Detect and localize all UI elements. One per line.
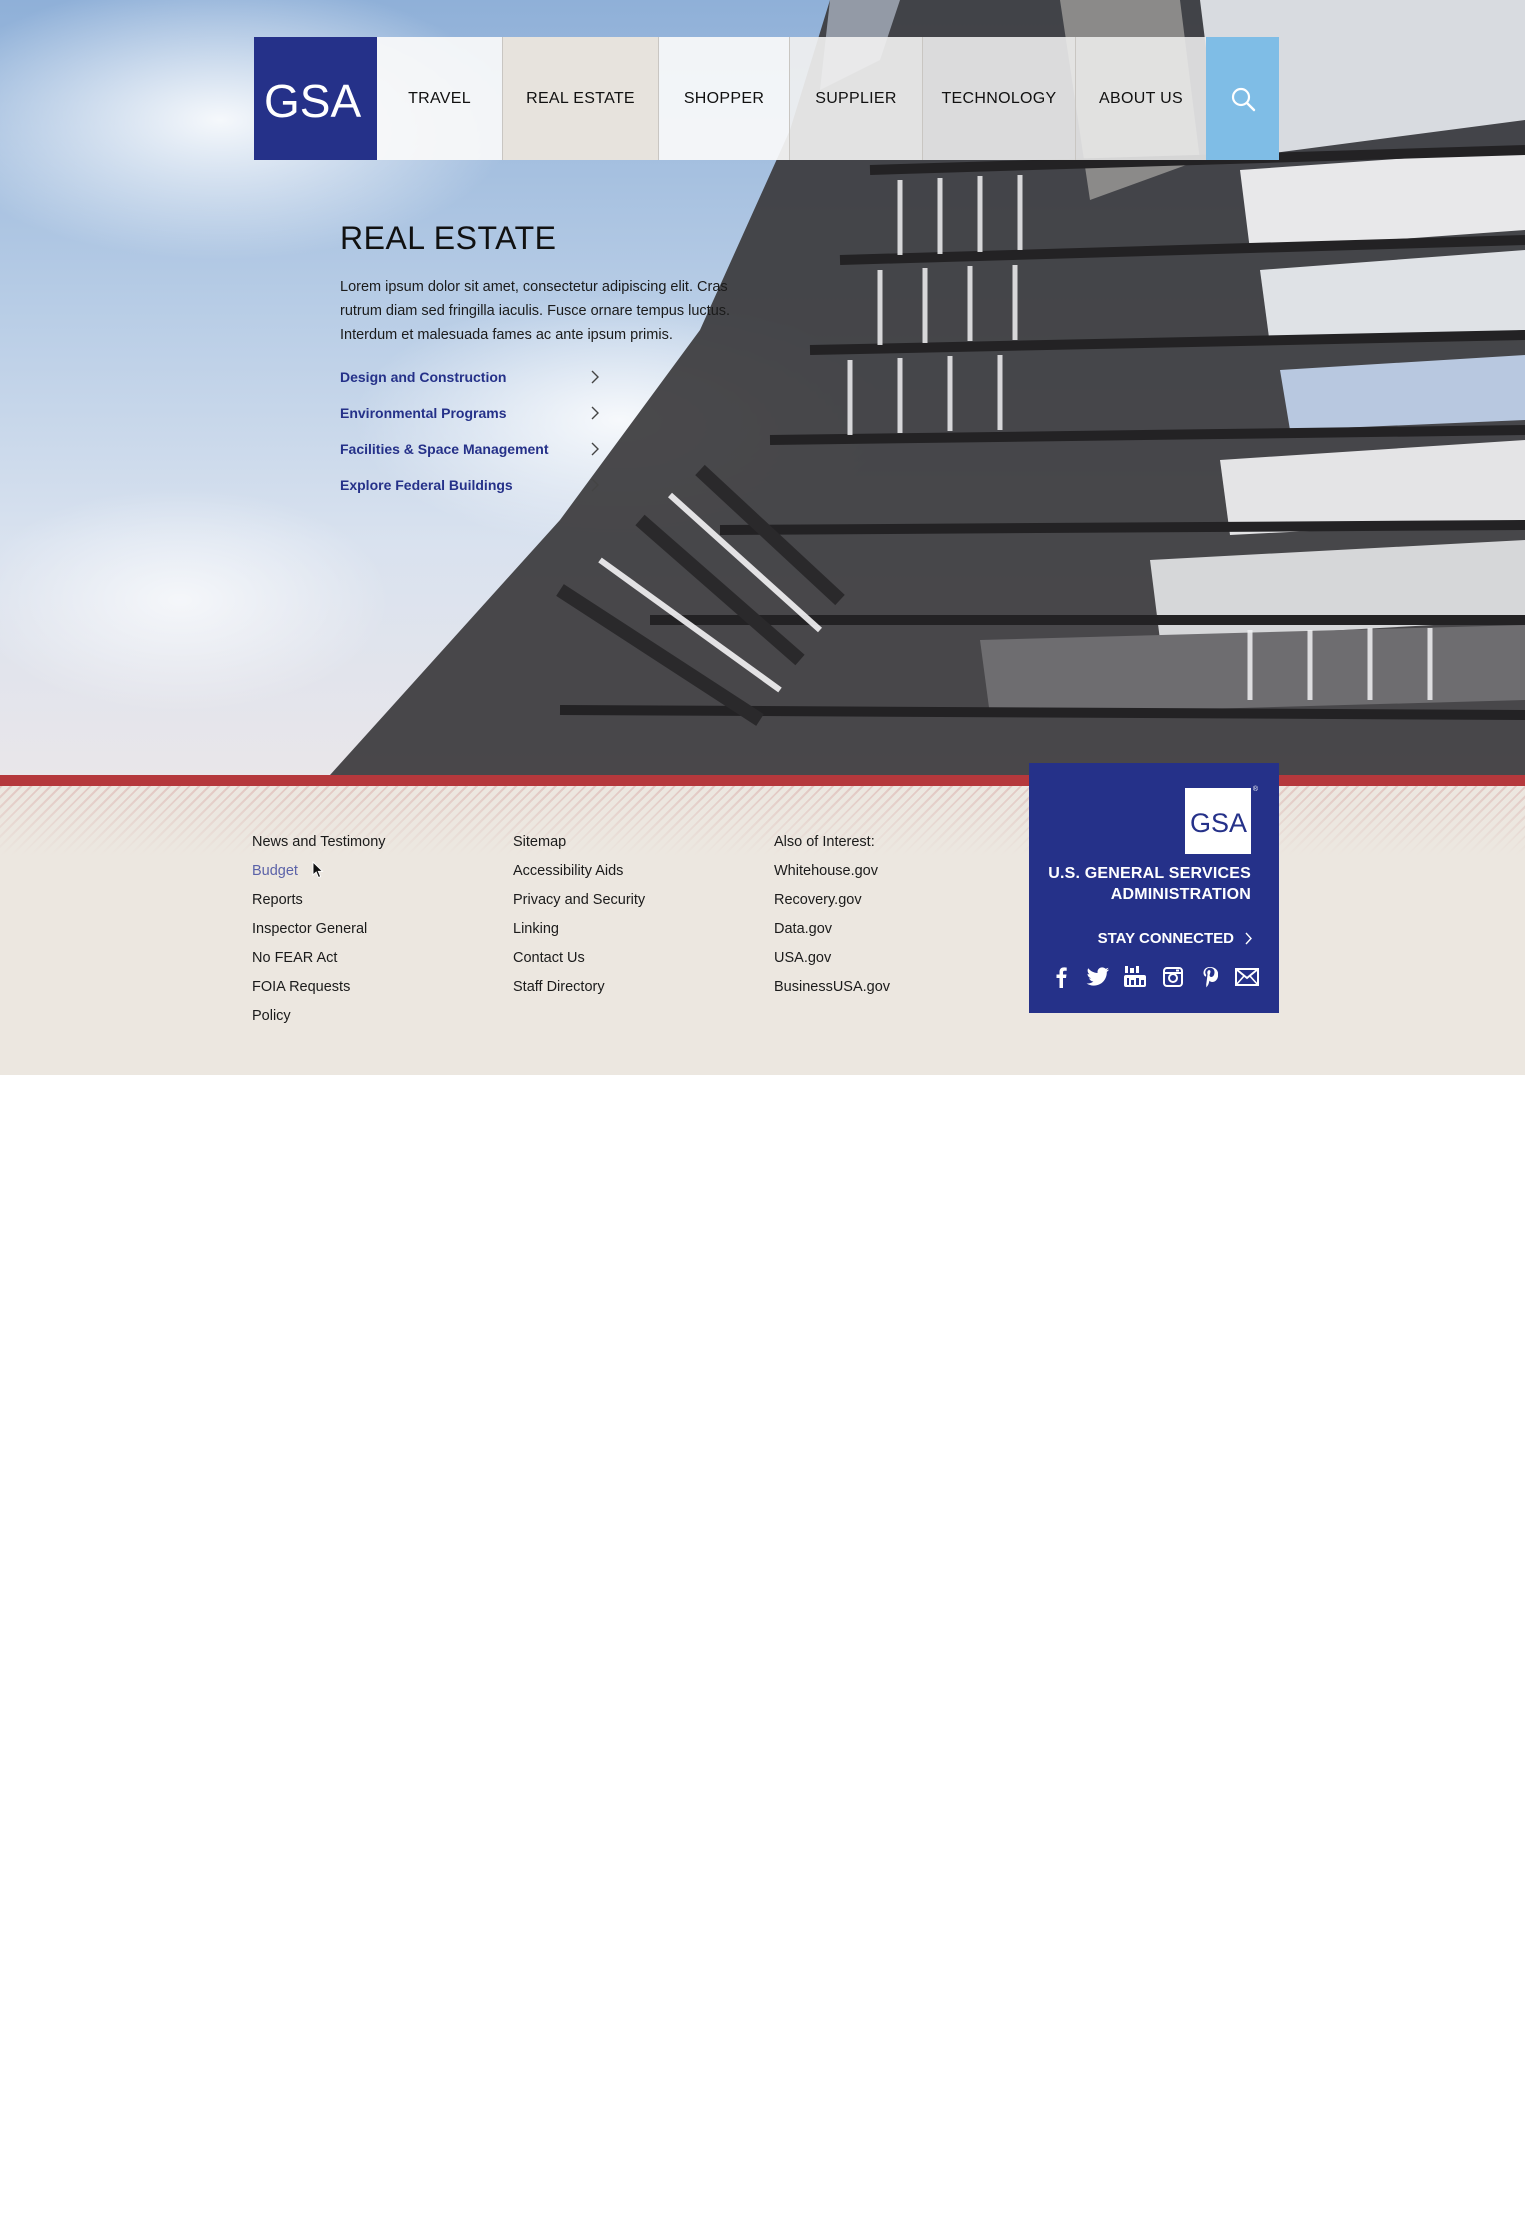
- nav-travel[interactable]: TRAVEL: [377, 37, 503, 160]
- chevron-right-icon: [591, 406, 599, 420]
- section-links: Design and Construction Environmental Pr…: [340, 359, 600, 503]
- footer-column-interest: Also of Interest: Whitehouse.gov Recover…: [774, 828, 890, 1002]
- footer-link-usa-gov[interactable]: USA.gov: [774, 944, 890, 973]
- nav-shopper[interactable]: SHOPPER: [659, 37, 790, 160]
- page-title: REAL ESTATE: [340, 220, 557, 256]
- gsa-logo[interactable]: GSA: [254, 37, 377, 160]
- footer-column-site: Sitemap Accessibility Aids Privacy and S…: [513, 828, 645, 1002]
- link-label: Design and Construction: [340, 369, 507, 385]
- footer-link-whitehouse[interactable]: Whitehouse.gov: [774, 857, 890, 886]
- link-label: Environmental Programs: [340, 405, 507, 421]
- footer-link-sitemap[interactable]: Sitemap: [513, 828, 645, 857]
- social-links: [1048, 965, 1260, 989]
- footer-hatch-pattern: [0, 786, 1525, 856]
- link-facilities-space[interactable]: Facilities & Space Management: [340, 431, 600, 467]
- footer-link-privacy-security[interactable]: Privacy and Security: [513, 886, 645, 915]
- footer-link-accessibility-aids[interactable]: Accessibility Aids: [513, 857, 645, 886]
- link-label: Facilities & Space Management: [340, 441, 549, 457]
- footer-gsa-logo[interactable]: GSA: [1185, 788, 1251, 854]
- agency-name-line1: U.S. GENERAL SERVICES: [1048, 865, 1251, 882]
- footer-link-news-testimony[interactable]: News and Testimony: [252, 828, 386, 857]
- agency-name: U.S. GENERAL SERVICES ADMINISTRATION: [1048, 863, 1251, 905]
- gsa-logo-mark: GSA: [1190, 808, 1247, 838]
- footer-link-inspector-general[interactable]: Inspector General: [252, 915, 386, 944]
- main-navigation: GSA TRAVEL REAL ESTATE SHOPPER SUPPLIER …: [254, 37, 1279, 160]
- site-footer: [0, 775, 1525, 1075]
- registered-mark: ®: [1252, 786, 1258, 793]
- agency-brand-box: GSA ® U.S. GENERAL SERVICES ADMINISTRATI…: [1029, 763, 1279, 1013]
- agency-name-line2: ADMINISTRATION: [1110, 886, 1251, 903]
- footer-link-data-gov[interactable]: Data.gov: [774, 915, 890, 944]
- chevron-right-icon: [1245, 932, 1252, 945]
- footer-link-reports[interactable]: Reports: [252, 886, 386, 915]
- nav-supplier[interactable]: SUPPLIER: [790, 37, 923, 160]
- footer-link-foia-requests[interactable]: FOIA Requests: [252, 973, 386, 1002]
- link-explore-federal-buildings[interactable]: Explore Federal Buildings: [340, 467, 600, 503]
- link-design-construction[interactable]: Design and Construction: [340, 359, 600, 395]
- stay-connected-label: STAY CONNECTED: [1097, 930, 1234, 947]
- nav-about-us[interactable]: ABOUT US: [1076, 37, 1206, 160]
- gsa-logo-mark: GSA: [264, 75, 361, 127]
- chevron-right-icon: [591, 478, 599, 492]
- chevron-right-icon: [591, 442, 599, 456]
- svg-text:GSA: GSA: [264, 75, 361, 127]
- footer-red-stripe: [0, 775, 1525, 786]
- nav-real-estate[interactable]: REAL ESTATE: [503, 37, 659, 160]
- email-icon[interactable]: [1234, 965, 1260, 989]
- search-icon: [1231, 87, 1255, 111]
- youtube-icon[interactable]: [1122, 965, 1148, 989]
- facebook-icon[interactable]: [1048, 965, 1074, 989]
- twitter-icon[interactable]: [1085, 965, 1111, 989]
- footer-link-no-fear-act[interactable]: No FEAR Act: [252, 944, 386, 973]
- footer-link-linking[interactable]: Linking: [513, 915, 645, 944]
- footer-link-staff-directory[interactable]: Staff Directory: [513, 973, 645, 1002]
- chevron-right-icon: [591, 370, 599, 384]
- footer-link-policy[interactable]: Policy: [252, 1002, 386, 1031]
- nav-technology[interactable]: TECHNOLOGY: [923, 37, 1076, 160]
- footer-heading-also-of-interest: Also of Interest:: [774, 834, 875, 850]
- svg-text:GSA: GSA: [1190, 808, 1247, 838]
- footer-column-about: News and Testimony Budget Reports Inspec…: [252, 828, 386, 1031]
- mouse-cursor-icon: [312, 861, 324, 879]
- link-environmental-programs[interactable]: Environmental Programs: [340, 395, 600, 431]
- stay-connected-link[interactable]: STAY CONNECTED: [1098, 930, 1253, 947]
- footer-link-contact-us[interactable]: Contact Us: [513, 944, 645, 973]
- instagram-icon[interactable]: [1160, 965, 1186, 989]
- link-label: Explore Federal Buildings: [340, 477, 513, 493]
- pinterest-icon[interactable]: [1197, 965, 1223, 989]
- footer-link-recovery[interactable]: Recovery.gov: [774, 886, 890, 915]
- footer-link-businessusa[interactable]: BusinessUSA.gov: [774, 973, 890, 1002]
- hero-description: Lorem ipsum dolor sit amet, consectetur …: [340, 279, 731, 343]
- search-button[interactable]: [1206, 37, 1279, 160]
- hero-content: REAL ESTATE Lorem ipsum dolor sit amet, …: [340, 220, 770, 503]
